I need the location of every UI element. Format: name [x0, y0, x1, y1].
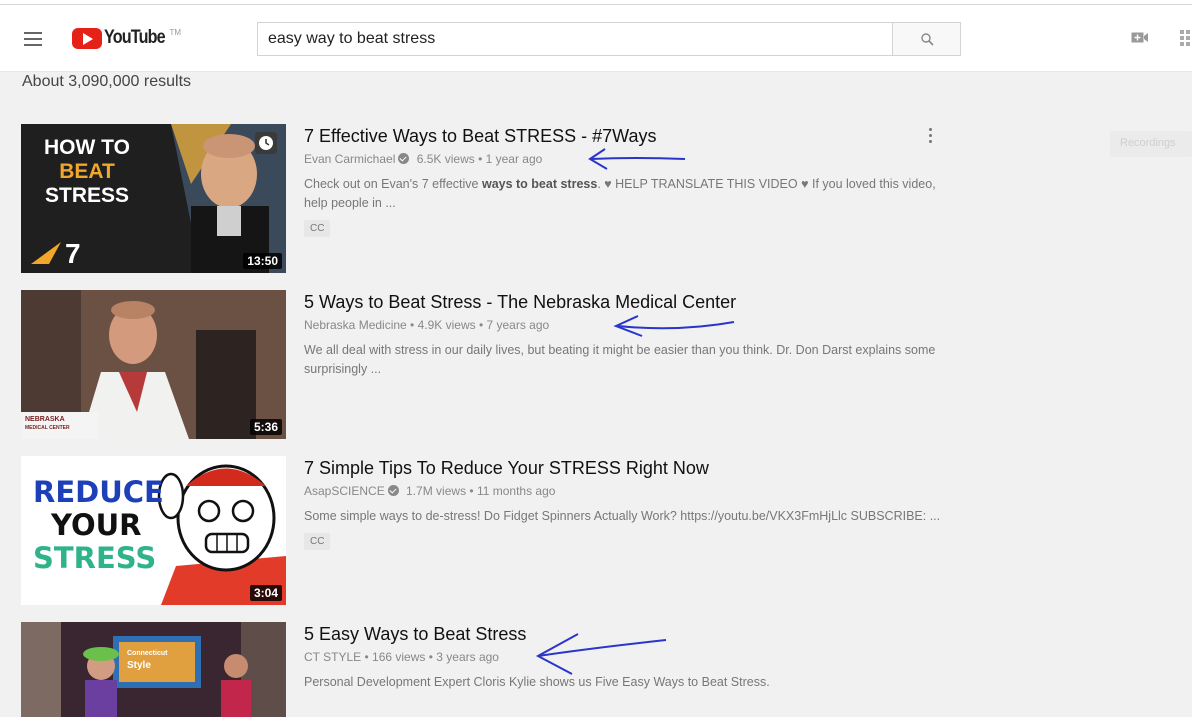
upload-video-icon[interactable] [1131, 31, 1149, 44]
video-meta: Evan Carmichael 6.5K views • 1 year ago [304, 152, 543, 166]
video-info: 5 Ways to Beat Stress - The Nebraska Med… [304, 290, 954, 379]
video-description: Some simple ways to de-stress! Do Fidget… [304, 509, 941, 523]
video-title[interactable]: 7 Effective Ways to Beat STRESS - #7Ways [304, 124, 954, 148]
video-duration: 5:36 [249, 419, 282, 435]
search-field[interactable] [257, 22, 893, 56]
view-count: 1.7M views [406, 484, 467, 498]
thumb-text: BEAT [59, 160, 115, 183]
video-duration: 3:04 [249, 585, 282, 601]
video-description: Personal Development Expert Cloris Kylie… [304, 675, 770, 689]
view-count: 4.9K views [417, 318, 476, 332]
verified-icon [398, 153, 410, 164]
video-info: 7 Effective Ways to Beat STRESS - #7Ways… [304, 124, 954, 237]
masthead: YouTube TM [0, 0, 1192, 72]
video-thumbnail[interactable]: REDUCE YOUR STRESS 3:04 [21, 456, 286, 605]
more-options-icon[interactable] [924, 126, 936, 146]
video-info: 7 Simple Tips To Reduce Your STRESS Righ… [304, 456, 954, 550]
video-info: 5 Easy Ways to Beat Stress CT STYLE • 16… [304, 622, 954, 692]
logo-trademark: TM [169, 27, 182, 37]
play-logo-icon [72, 27, 102, 49]
search-input[interactable] [258, 23, 892, 55]
thumb-text: NEBRASKA [25, 416, 65, 423]
thumb-text: STRESS [44, 184, 130, 207]
upload-age: 3 years ago [436, 650, 499, 664]
video-thumbnail[interactable]: HOW TO BEAT STRESS 7 13:50 [21, 124, 286, 273]
search-icon [921, 33, 934, 46]
channel-name[interactable]: AsapSCIENCE [304, 484, 385, 498]
thumb-text: YOUR [51, 508, 142, 542]
thumb-text: HOW TO [44, 136, 130, 159]
channel-name[interactable]: CT STYLE [304, 650, 361, 664]
side-filter-button[interactable]: Recordings [1110, 131, 1192, 157]
upload-age: 1 year ago [485, 152, 543, 166]
video-meta: CT STYLE • 166 views • 3 years ago [304, 650, 499, 664]
channel-name[interactable]: Evan Carmichael [304, 152, 395, 166]
video-thumbnail[interactable]: NEBRASKA MEDICAL CENTER 5:36 [21, 290, 286, 439]
youtube-logo[interactable]: YouTube TM [72, 27, 181, 49]
video-title[interactable]: 5 Easy Ways to Beat Stress [304, 622, 954, 646]
thumb-text: Connecticut [127, 650, 168, 657]
cc-badge: CC [304, 220, 331, 237]
apps-grid-icon[interactable] [1180, 30, 1192, 46]
video-duration: 13:50 [243, 253, 282, 269]
results-count: About 3,090,000 results [22, 73, 192, 90]
thumb-text: MEDICAL CENTER [25, 425, 70, 431]
upload-age: 7 years ago [486, 318, 550, 332]
cc-badge: CC [304, 533, 331, 550]
thumb-text: STRESS [33, 541, 157, 575]
video-description: We all deal with stress in our daily liv… [304, 343, 936, 376]
video-description: Check out on Evan's 7 effective ways to … [304, 177, 936, 210]
thumb-text: REDUCE [33, 475, 164, 509]
search-button[interactable] [893, 22, 961, 56]
view-count: 6.5K views [416, 152, 475, 166]
top-divider [0, 4, 1192, 5]
view-count: 166 views [372, 650, 426, 664]
logo-wordmark: YouTube [104, 27, 166, 48]
channel-name[interactable]: Nebraska Medicine [304, 318, 407, 332]
video-thumbnail[interactable]: Connecticut Style [21, 622, 286, 717]
thumb-text: Style [127, 660, 151, 671]
video-meta: Nebraska Medicine • 4.9K views • 7 years… [304, 318, 550, 332]
video-title[interactable]: 7 Simple Tips To Reduce Your STRESS Righ… [304, 456, 954, 480]
thumb-text: 7 [65, 238, 81, 269]
verified-icon [387, 485, 399, 496]
video-title[interactable]: 5 Ways to Beat Stress - The Nebraska Med… [304, 290, 954, 314]
menu-icon[interactable] [24, 32, 42, 46]
video-meta: AsapSCIENCE 1.7M views • 11 months ago [304, 484, 556, 498]
upload-age: 11 months ago [476, 484, 556, 498]
